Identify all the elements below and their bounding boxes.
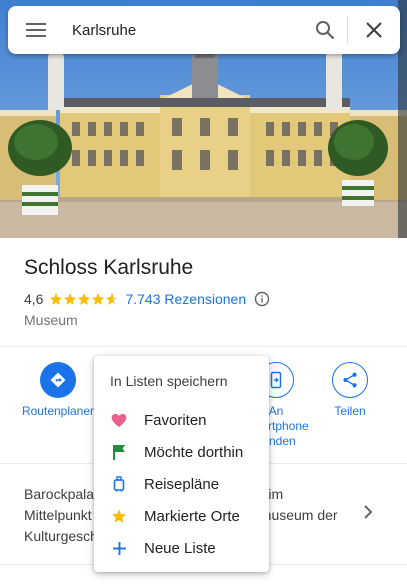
search-icon <box>316 21 335 40</box>
clear-search-button[interactable] <box>348 6 400 54</box>
star-half-icon <box>106 293 119 305</box>
rating-value: 4,6 <box>24 291 44 307</box>
search-input[interactable]: Karlsruhe <box>64 22 303 39</box>
search-button[interactable] <box>303 6 347 54</box>
star-full-icon <box>92 293 105 305</box>
menu-item-favoriten[interactable]: Favoriten <box>94 404 269 436</box>
description-expand-button[interactable] <box>362 504 374 525</box>
share-icon <box>343 372 357 388</box>
menu-button[interactable] <box>8 6 64 54</box>
hamburger-menu-icon <box>26 23 46 37</box>
menu-item-label: Markierte Orte <box>144 507 240 525</box>
share-label: Teilen <box>334 404 366 418</box>
star-icon <box>112 509 126 523</box>
heart-icon <box>111 413 127 427</box>
chevron-right-icon <box>364 505 373 519</box>
share-circle <box>332 362 368 398</box>
plus-icon <box>112 541 126 555</box>
menu-item-reiseplaene[interactable]: Reisepläne <box>94 468 269 500</box>
place-category: Museum <box>24 312 78 328</box>
flag-icon <box>113 445 125 460</box>
save-to-lists-menu: In Listen speichern Favoriten Möchte dor… <box>94 356 269 572</box>
menu-item-label: Möchte dorthin <box>144 443 244 461</box>
directions-label: Routenplaner <box>21 404 95 418</box>
directions-button-circle <box>40 362 76 398</box>
directions-button[interactable]: Routenplaner <box>18 362 98 419</box>
menu-item-markierte-orte[interactable]: Markierte Orte <box>94 500 269 532</box>
close-icon <box>366 22 382 38</box>
reviews-link[interactable]: 7.743 Rezensionen <box>125 291 246 307</box>
star-rating <box>49 292 119 306</box>
directions-icon <box>50 372 66 388</box>
star-full-icon <box>78 293 91 305</box>
send-to-phone-icon <box>270 371 282 389</box>
menu-item-label: Neue Liste <box>144 539 216 557</box>
menu-item-label: Favoriten <box>144 411 207 429</box>
maps-place-panel: Karlsruhe Schloss Karlsruhe 4,6 7.743 Re… <box>0 0 407 585</box>
menu-item-label: Reisepläne <box>144 475 220 493</box>
menu-item-neue-liste[interactable]: Neue Liste <box>94 532 269 564</box>
rating-row: 4,6 7.743 Rezensionen <box>24 290 270 308</box>
suitcase-icon <box>113 476 125 492</box>
search-bar: Karlsruhe <box>8 6 400 54</box>
place-title: Schloss Karlsruhe <box>24 256 194 279</box>
star-full-icon <box>64 293 77 305</box>
section-divider <box>0 346 407 347</box>
share-button[interactable]: Teilen <box>310 362 390 419</box>
save-menu-title: In Listen speichern <box>110 373 228 389</box>
star-full-icon <box>50 293 63 305</box>
menu-item-moechte-dorthin[interactable]: Möchte dorthin <box>94 436 269 468</box>
info-icon[interactable] <box>254 291 270 307</box>
